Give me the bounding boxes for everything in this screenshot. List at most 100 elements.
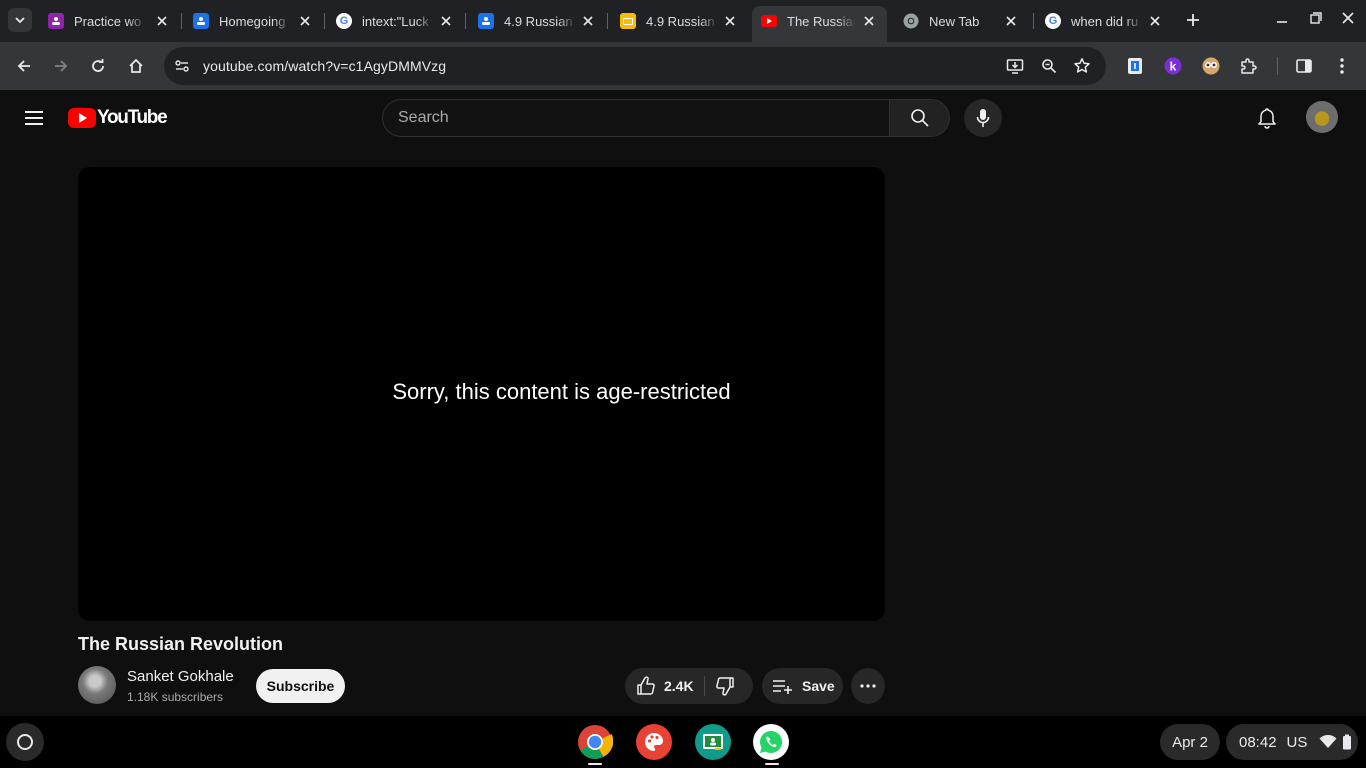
bell-icon [1258,108,1276,129]
dislike-button[interactable] [713,674,737,698]
plus-icon [1187,14,1199,26]
like-dislike-group: 2.4K [625,668,753,704]
extension-button[interactable] [1123,54,1147,78]
close-icon[interactable] [1003,13,1019,29]
status-tray[interactable]: 08:42 US [1226,724,1358,760]
browser-tab[interactable]: G intext:"Luck [336,6,454,36]
classroom-icon [478,13,494,29]
minimize-button[interactable] [1272,8,1292,28]
chromeos-shelf: Apr 2 08:42 US [0,716,1366,768]
playlist-add-icon [773,680,792,694]
tab-title: 4.9 Russian [504,13,573,29]
kami-icon: k [1164,57,1182,75]
youtube-logo[interactable]: YouTube [68,107,168,129]
youtube-masthead: YouTube [0,90,1366,146]
channel-avatar[interactable] [78,666,116,704]
side-panel-button[interactable] [1292,54,1316,78]
classroom-icon [48,13,64,29]
home-button[interactable] [124,54,148,78]
close-icon[interactable] [580,13,596,29]
chrome-icon [578,725,613,759]
age-restricted-message: Sorry, this content is age-restricted [392,379,731,404]
account-avatar[interactable] [1306,101,1338,133]
tab-title: The Russian [787,13,855,29]
star-icon[interactable] [1072,56,1092,76]
install-app-icon[interactable] [1005,56,1025,76]
site-settings-icon[interactable] [172,56,192,76]
voice-search-button[interactable] [964,99,1002,137]
save-label: Save [802,678,835,694]
channel-name[interactable]: Sanket Gokhale [127,668,234,685]
like-button[interactable]: 2.4K [625,668,705,704]
close-icon[interactable] [861,13,877,29]
clock-text: 08:42 [1239,733,1277,751]
address-bar[interactable]: youtube.com/watch?v=c1AgyDMMVzg [164,47,1106,85]
running-indicator [588,763,602,765]
youtube-logo-text: YouTube [97,107,168,128]
owl-icon [1202,57,1220,75]
browser-tab-active[interactable]: The Russian [752,6,887,42]
chrome-menu-button[interactable] [1330,54,1354,78]
date-tray[interactable]: Apr 2 [1160,724,1220,760]
canvas-app[interactable] [636,724,672,760]
url-text[interactable]: youtube.com/watch?v=c1AgyDMMVzg [203,58,446,74]
browser-tab[interactable]: New Tab [903,6,1019,36]
subscribe-button[interactable]: Subscribe [256,669,345,703]
close-icon[interactable] [722,13,738,29]
reload-button[interactable] [86,54,110,78]
extensions-menu-button[interactable] [1236,54,1260,78]
reload-icon [92,59,104,72]
new-tab-button[interactable] [1183,10,1203,30]
chrome-app[interactable] [577,724,613,760]
notifications-button[interactable] [1254,105,1280,131]
browser-tab[interactable]: 4.9 Russian [478,6,596,36]
zoom-icon[interactable] [1039,56,1059,76]
tab-title: Practice wo [74,13,142,29]
tab-title: New Tab [929,13,980,29]
launcher-button[interactable] [6,723,44,761]
browser-tab[interactable]: Practice wo [48,6,170,36]
browser-tab[interactable]: G when did ru [1045,6,1163,36]
home-icon [129,58,143,73]
browser-tab-strip: Practice wo Homegoing G intext:"Luck 4.9… [0,0,1366,42]
tab-title: Homegoing [219,13,286,29]
more-vert-icon [1340,58,1344,74]
battery-icon [1343,734,1352,750]
close-icon[interactable] [438,13,454,29]
video-player[interactable]: Sorry, this content is age-restricted [78,167,885,621]
back-button[interactable] [12,54,36,78]
tab-separator [324,13,325,29]
minimize-icon [1277,21,1287,23]
owl-extension-button[interactable] [1199,54,1223,78]
close-icon[interactable] [154,13,170,29]
like-count: 2.4K [664,678,694,694]
input-method-text: US [1286,733,1308,751]
whatsapp-app[interactable] [753,724,789,760]
search-button[interactable] [889,99,950,137]
thumbs-down-icon [716,677,734,696]
tab-search-button[interactable] [8,8,32,32]
search-input[interactable] [398,108,868,128]
browser-tab[interactable]: Homegoing [193,6,313,36]
toolbar-divider [1277,57,1278,75]
save-button[interactable]: Save [762,668,843,704]
classroom-app[interactable] [695,724,731,760]
close-window-button[interactable] [1338,8,1358,28]
browser-tab[interactable]: 4.9 Russian [620,6,738,36]
extension-badge-icon [1128,58,1142,74]
guide-menu-button[interactable] [22,106,46,130]
youtube-icon [761,13,777,29]
tab-title: intext:"Luck [362,13,429,29]
tab-title: 4.9 Russian [646,13,715,29]
side-panel-icon [1296,59,1312,73]
restore-button[interactable] [1306,8,1326,28]
chevron-down-icon [15,17,25,24]
forward-button[interactable] [49,54,73,78]
kami-extension-button[interactable]: k [1161,54,1185,78]
chrome-icon [903,13,919,29]
more-actions-button[interactable] [851,668,885,704]
youtube-play-icon [68,108,96,128]
canvas-icon [644,733,663,751]
close-icon[interactable] [297,13,313,29]
close-icon[interactable] [1147,13,1163,29]
